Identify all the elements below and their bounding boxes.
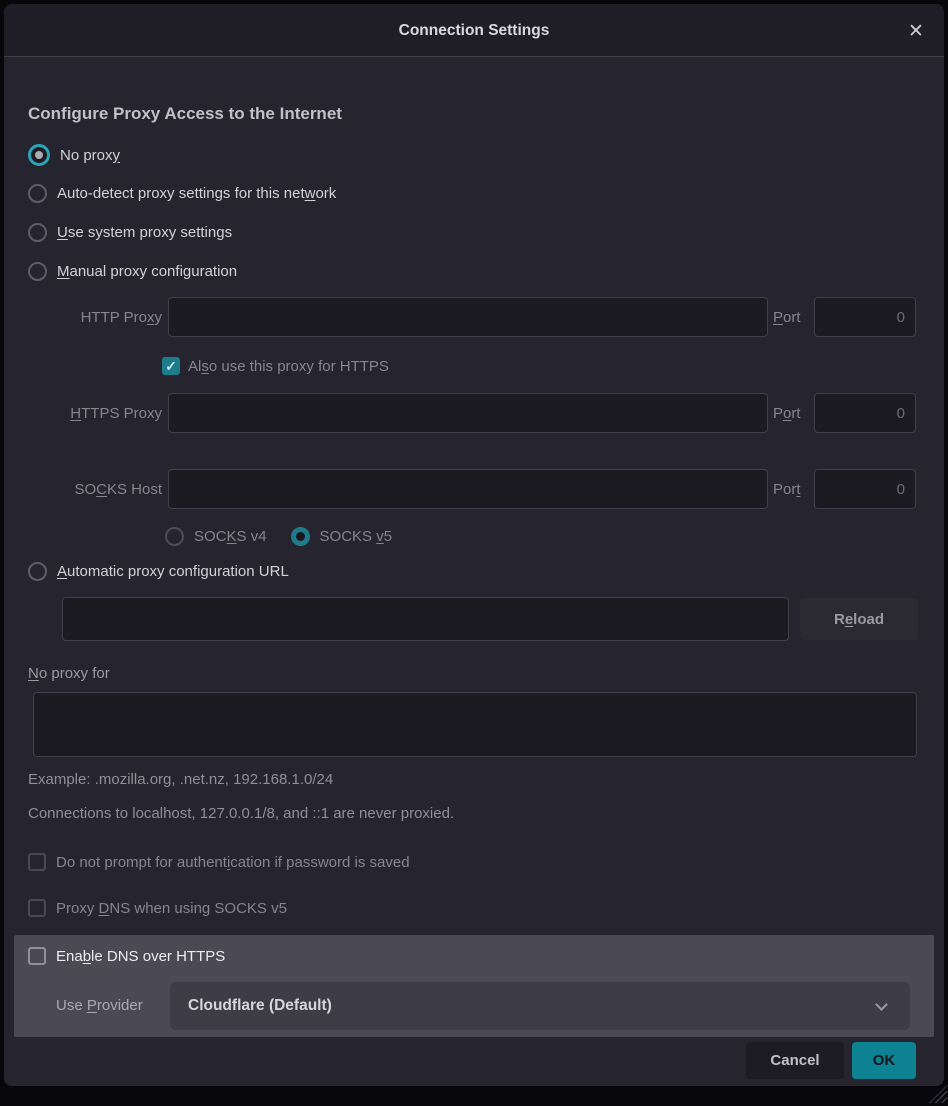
- no-auth-prompt-label: Do not prompt for authentication if pass…: [56, 854, 410, 871]
- dialog-title: Connection Settings: [4, 4, 944, 57]
- http-port-label: Port: [773, 309, 801, 326]
- dialog-titlebar: Connection Settings ✕: [4, 4, 944, 57]
- doh-provider-select[interactable]: Cloudflare (Default): [170, 982, 910, 1030]
- https-port-label: Port: [773, 405, 801, 422]
- page-title: Configure Proxy Access to the Internet: [28, 104, 342, 124]
- also-https-row[interactable]: ✓ Also use this proxy for HTTPS: [162, 357, 389, 375]
- radio-socks-v5[interactable]: [291, 527, 310, 546]
- connection-settings-screen: { "window": { "title": "Connection Setti…: [0, 0, 948, 1106]
- no-auth-prompt-checkbox[interactable]: [28, 853, 46, 871]
- cancel-button[interactable]: Cancel: [746, 1042, 844, 1079]
- radio-row-no-proxy[interactable]: No proxy: [28, 144, 120, 166]
- no-auth-prompt-row[interactable]: Do not prompt for authentication if pass…: [28, 853, 410, 871]
- resize-grip[interactable]: [929, 1085, 947, 1103]
- radio-auto-url[interactable]: [28, 562, 47, 581]
- connection-settings-dialog: Connection Settings ✕ Configure Proxy Ac…: [4, 4, 944, 1086]
- socks-host-label: SOCKS Host: [4, 481, 162, 498]
- https-proxy-label: HTTPS Proxy: [4, 405, 162, 422]
- radio-no-proxy[interactable]: [28, 144, 50, 166]
- radio-label-manual-proxy: Manual proxy configuration: [57, 263, 237, 280]
- chevron-down-icon: [875, 998, 888, 1011]
- radio-row-manual-proxy[interactable]: Manual proxy configuration: [28, 262, 237, 281]
- http-port-input[interactable]: [814, 297, 916, 337]
- proxy-dns-row[interactable]: Proxy DNS when using SOCKS v5: [28, 899, 287, 917]
- radio-label-system-proxy: Use system proxy settings: [57, 224, 232, 241]
- doh-panel: Enable DNS over HTTPS Use Provider Cloud…: [14, 935, 934, 1037]
- check-icon: ✓: [165, 358, 177, 375]
- doh-enable-label: Enable DNS over HTTPS: [56, 948, 225, 965]
- socks-port-label: Port: [773, 481, 801, 498]
- https-port-input[interactable]: [814, 393, 916, 433]
- radio-label-auto-url: Automatic proxy configuration URL: [57, 563, 289, 580]
- auto-url-input[interactable]: [62, 597, 789, 641]
- doh-enable-checkbox[interactable]: [28, 947, 46, 965]
- also-https-label: Also use this proxy for HTTPS: [188, 358, 389, 375]
- no-proxy-for-label: No proxy for: [28, 665, 110, 682]
- radio-row-auto-detect[interactable]: Auto-detect proxy settings for this netw…: [28, 184, 336, 203]
- no-proxy-for-textarea[interactable]: [33, 692, 917, 757]
- radio-label-no-proxy: No proxy: [60, 147, 120, 164]
- proxy-dns-label: Proxy DNS when using SOCKS v5: [56, 900, 287, 917]
- socks-version-row: SOCKS v4 SOCKS v5: [165, 527, 392, 546]
- radio-auto-detect[interactable]: [28, 184, 47, 203]
- no-proxy-example-text: Example: .mozilla.org, .net.nz, 192.168.…: [28, 771, 333, 788]
- radio-label-socks-v4: SOCKS v4: [194, 528, 267, 545]
- https-proxy-input[interactable]: [168, 393, 768, 433]
- radio-row-system-proxy[interactable]: Use system proxy settings: [28, 223, 232, 242]
- also-https-checkbox[interactable]: ✓: [162, 357, 180, 375]
- radio-label-socks-v5: SOCKS v5: [320, 528, 393, 545]
- socks-port-input[interactable]: [814, 469, 916, 509]
- http-proxy-label: HTTP Proxy: [4, 309, 162, 326]
- radio-row-auto-url[interactable]: Automatic proxy configuration URL: [28, 562, 289, 581]
- proxy-dns-checkbox[interactable]: [28, 899, 46, 917]
- doh-provider-value: Cloudflare (Default): [188, 997, 332, 1015]
- doh-enable-row[interactable]: Enable DNS over HTTPS: [28, 947, 225, 965]
- http-proxy-input[interactable]: [168, 297, 768, 337]
- localhost-note-text: Connections to localhost, 127.0.0.1/8, a…: [28, 805, 454, 822]
- radio-system-proxy[interactable]: [28, 223, 47, 242]
- radio-label-auto-detect: Auto-detect proxy settings for this netw…: [57, 185, 336, 202]
- ok-button[interactable]: OK: [852, 1042, 916, 1079]
- socks-host-input[interactable]: [168, 469, 768, 509]
- radio-manual-proxy[interactable]: [28, 262, 47, 281]
- radio-socks-v4[interactable]: [165, 527, 184, 546]
- close-icon[interactable]: ✕: [902, 17, 930, 45]
- reload-button[interactable]: Reload: [800, 598, 918, 640]
- doh-provider-label: Use Provider: [56, 997, 143, 1014]
